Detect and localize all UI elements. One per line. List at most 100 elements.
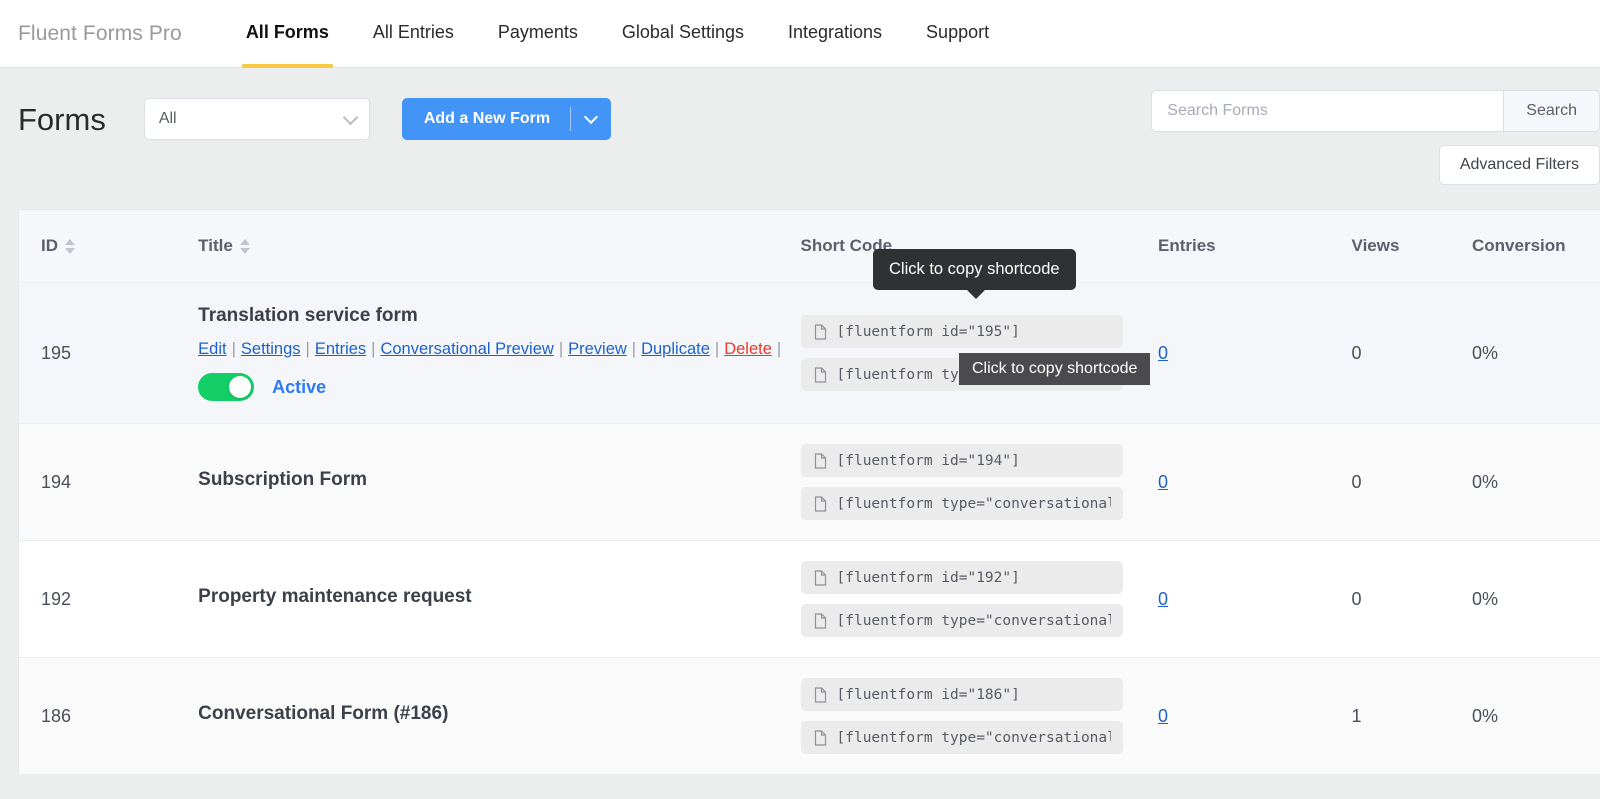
shortcode-copy-box[interactable]: [fluentform id="195"] bbox=[800, 315, 1123, 348]
cell-entries: 0 bbox=[1158, 541, 1352, 657]
sort-arrows-icon[interactable] bbox=[239, 238, 250, 254]
shortcode-copy-box[interactable]: [fluentform type="conversational" bbox=[800, 721, 1123, 754]
action-separator: | bbox=[231, 340, 236, 358]
form-status-toggle[interactable] bbox=[198, 373, 255, 401]
search-row: Search bbox=[1151, 90, 1600, 132]
tab-integrations[interactable]: Integrations bbox=[766, 0, 904, 68]
shortcode-copy-box[interactable]: [fluentform type="conversational" bbox=[800, 487, 1123, 520]
cell-form-title: Translation service form Edit | Settings | E… bbox=[108, 283, 800, 423]
add-new-form-label: Add a New Form bbox=[423, 110, 551, 127]
cell-views: 0 bbox=[1351, 471, 1362, 492]
action-duplicate[interactable]: Duplicate bbox=[641, 340, 710, 358]
cell-form-id: 192 bbox=[41, 588, 72, 609]
entries-count-link[interactable]: 0 bbox=[1158, 706, 1168, 727]
cell-short-code: [fluentform id="186"] [fluentform type="… bbox=[800, 658, 1158, 774]
nav-items: All Forms All Entries Payments Global Se… bbox=[224, 0, 1011, 68]
tab-all-entries[interactable]: All Entries bbox=[351, 0, 476, 68]
shortcode-text: [fluentform id="186"] bbox=[836, 686, 1020, 703]
action-delete[interactable]: Delete bbox=[724, 340, 772, 358]
table-row[interactable]: 192 Property maintenance request [fluent… bbox=[19, 541, 1600, 658]
tab-payments[interactable]: Payments bbox=[476, 0, 600, 68]
entries-count-link[interactable]: 0 bbox=[1158, 343, 1168, 364]
shortcode-text: [fluentform id="194"] bbox=[836, 452, 1020, 469]
table-row[interactable]: 195 Translation service form Edit | Settin… bbox=[19, 283, 1600, 424]
cell-entries: 0 bbox=[1158, 658, 1352, 774]
form-status-row: Active bbox=[198, 373, 800, 401]
cell-form-id: 195 bbox=[41, 342, 72, 363]
action-preview[interactable]: Preview bbox=[568, 340, 627, 358]
advanced-filters-row: Advanced Filters bbox=[1151, 145, 1600, 185]
cell-form-title: Property maintenance request bbox=[108, 541, 800, 657]
cell-form-title: Subscription Form bbox=[108, 424, 800, 540]
document-icon bbox=[813, 569, 828, 586]
tab-global-settings[interactable]: Global Settings bbox=[600, 0, 766, 68]
shortcode-copy-box[interactable]: [fluentform id="186"] bbox=[800, 678, 1123, 711]
column-header-id[interactable]: ID bbox=[19, 236, 108, 256]
cell-conversion: 0% bbox=[1472, 705, 1499, 726]
cell-short-code: [fluentform id="192"] [fluentform type="… bbox=[800, 541, 1158, 657]
document-icon bbox=[813, 452, 828, 469]
document-icon bbox=[813, 686, 828, 703]
column-header-id-label: ID bbox=[41, 236, 58, 255]
page-title: Forms bbox=[18, 101, 106, 137]
entries-count-link[interactable]: 0 bbox=[1158, 472, 1168, 493]
form-title-text: Conversational Form (#186) bbox=[198, 703, 449, 724]
form-title-text: Translation service form bbox=[198, 305, 418, 326]
chevron-down-icon bbox=[583, 109, 599, 124]
shortcode-copy-box[interactable]: [fluentform id="194"] bbox=[800, 444, 1123, 477]
column-header-conversion: Conversion bbox=[1472, 236, 1566, 255]
form-title-text: Subscription Form bbox=[198, 469, 368, 490]
column-header-views: Views bbox=[1351, 236, 1400, 255]
action-edit[interactable]: Edit bbox=[198, 340, 226, 358]
action-conversational-preview[interactable]: Conversational Preview bbox=[380, 340, 553, 358]
shortcode-tooltip-primary: Click to copy shortcode bbox=[873, 249, 1076, 299]
cell-conversion: 0% bbox=[1472, 342, 1499, 363]
cell-views: 0 bbox=[1351, 342, 1362, 363]
page-toolbar: Forms All Add a New Form Search Advanced… bbox=[0, 68, 1600, 208]
add-new-form-button[interactable]: Add a New Form bbox=[401, 98, 612, 140]
chevron-down-icon bbox=[342, 109, 359, 126]
forms-admin-screen: Fluent Forms Pro All Forms All Entries P… bbox=[0, 0, 1600, 799]
shortcode-text: [fluentform id="192"] bbox=[836, 569, 1020, 586]
column-header-title-label: Title bbox=[198, 236, 233, 255]
action-separator: | bbox=[371, 340, 376, 358]
top-navigation-bar: Fluent Forms Pro All Forms All Entries P… bbox=[0, 0, 1600, 68]
forms-table-card: ID Title Short Code Entries Views Conver… bbox=[18, 209, 1600, 775]
document-icon bbox=[813, 495, 828, 512]
cell-form-id: 186 bbox=[41, 705, 72, 726]
shortcode-copy-box[interactable]: [fluentform type="conversational" bbox=[800, 604, 1123, 637]
search-button[interactable]: Search bbox=[1503, 90, 1600, 132]
search-input[interactable] bbox=[1151, 90, 1504, 132]
tab-all-forms[interactable]: All Forms bbox=[224, 0, 351, 68]
action-separator: | bbox=[631, 340, 637, 358]
form-status-label: Active bbox=[272, 376, 327, 397]
cell-conversion: 0% bbox=[1472, 471, 1499, 492]
shortcode-tooltip-secondary: Click to copy shortcode bbox=[959, 353, 1151, 385]
cell-views: 1 bbox=[1351, 705, 1362, 726]
document-icon bbox=[813, 729, 828, 746]
document-icon bbox=[813, 323, 828, 340]
app-brand-label: Fluent Forms Pro bbox=[18, 22, 182, 45]
action-settings[interactable]: Settings bbox=[241, 340, 301, 358]
action-entries[interactable]: Entries bbox=[315, 340, 366, 358]
add-new-form-dropdown-toggle[interactable] bbox=[571, 109, 611, 124]
action-separator: | bbox=[776, 340, 782, 358]
toolbar-right-group: Search Advanced Filters bbox=[1151, 90, 1600, 185]
shortcode-copy-box[interactable]: [fluentform id="192"] bbox=[800, 561, 1123, 594]
cell-entries: 0 bbox=[1158, 283, 1352, 423]
form-status-filter-select[interactable]: All bbox=[143, 98, 370, 140]
advanced-filters-button[interactable]: Advanced Filters bbox=[1438, 145, 1600, 185]
table-row[interactable]: 194 Subscription Form [fluentform id="19… bbox=[19, 424, 1600, 541]
cell-views: 0 bbox=[1351, 588, 1362, 609]
toggle-knob bbox=[229, 376, 252, 398]
row-action-links: Edit | Settings | Entries | Conversational Pre… bbox=[198, 340, 800, 359]
sort-arrows-icon[interactable] bbox=[65, 238, 75, 254]
action-separator: | bbox=[305, 340, 310, 358]
column-header-title[interactable]: Title bbox=[108, 236, 800, 256]
cell-entries: 0 bbox=[1158, 424, 1352, 540]
cell-form-title: Conversational Form (#186) bbox=[108, 658, 800, 774]
action-separator: | bbox=[558, 340, 564, 358]
table-row[interactable]: 186 Conversational Form (#186) [fluentfo… bbox=[19, 658, 1600, 775]
tab-support[interactable]: Support bbox=[904, 0, 1011, 68]
entries-count-link[interactable]: 0 bbox=[1158, 589, 1168, 610]
